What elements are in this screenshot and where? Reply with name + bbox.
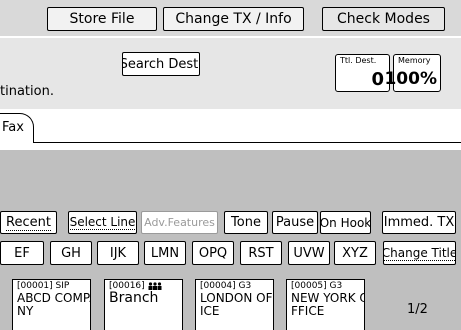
- change-tx-info-button[interactable]: Change TX / Info: [163, 7, 304, 31]
- store-file-button[interactable]: Store File: [47, 7, 157, 31]
- destination-name: Branch: [109, 290, 159, 306]
- destination-name-cont: ICE: [200, 304, 220, 318]
- change-title-label: Change Title: [383, 245, 456, 261]
- change-title-button[interactable]: Change Title: [383, 241, 456, 265]
- memory-box: Memory 100%: [384, 54, 441, 92]
- on-hook-button[interactable]: On Hook: [320, 211, 371, 234]
- tone-button[interactable]: Tone: [224, 211, 268, 234]
- index-tab-ijk[interactable]: IJK: [97, 241, 139, 265]
- destination-00004[interactable]: [00004] G3 LONDON OFF ICE: [195, 279, 274, 330]
- search-dest-button[interactable]: Search Dest.: [122, 52, 200, 76]
- destination-00001[interactable]: [00001] SIP ABCD COMPA NY: [12, 279, 91, 330]
- page-indicator: 1/2: [407, 302, 428, 317]
- tab-fax-label: Fax: [2, 120, 24, 135]
- index-tab-xyz[interactable]: XYZ: [334, 241, 376, 265]
- select-line-label: Select Line: [69, 215, 136, 230]
- status-message: tination.: [0, 84, 54, 99]
- memory-label: Memory: [398, 56, 431, 65]
- total-destinations-label: Ttl. Dest.: [340, 56, 377, 65]
- recent-button[interactable]: Recent: [0, 211, 57, 234]
- index-tab-opq[interactable]: OPQ: [192, 241, 234, 265]
- index-tab-rst[interactable]: RST: [240, 241, 282, 265]
- index-tab-gh[interactable]: GH: [50, 241, 92, 265]
- search-dest-label: Search Dest.: [122, 56, 200, 72]
- adv-features-label: Adv.Features: [144, 216, 215, 229]
- destination-00005[interactable]: [00005] G3 NEW YORK O FFICE: [286, 279, 365, 330]
- total-destinations-value: 0: [371, 69, 384, 90]
- check-modes-button[interactable]: Check Modes: [322, 7, 445, 31]
- tab-strip-line: [0, 142, 461, 143]
- index-tab-uvw[interactable]: UVW: [288, 241, 330, 265]
- destination-name-cont: NY: [17, 304, 34, 318]
- select-line-button[interactable]: Select Line: [68, 211, 137, 234]
- adv-features-button[interactable]: Adv.Features: [141, 211, 218, 234]
- destination-00016[interactable]: [00016] Branch: [104, 279, 183, 330]
- index-tab-lmn[interactable]: LMN: [144, 241, 186, 265]
- tab-fax[interactable]: Fax: [0, 113, 34, 143]
- index-tab-ef[interactable]: EF: [0, 241, 44, 265]
- destination-name-cont: FFICE: [291, 304, 325, 318]
- total-destinations-box: Ttl. Dest. 0: [335, 54, 390, 92]
- immed-tx-button[interactable]: Immed. TX: [382, 211, 456, 234]
- recent-label: Recent: [6, 214, 51, 231]
- group-icon: [148, 281, 162, 290]
- pause-button[interactable]: Pause: [272, 211, 318, 234]
- memory-value: 100%: [384, 69, 437, 89]
